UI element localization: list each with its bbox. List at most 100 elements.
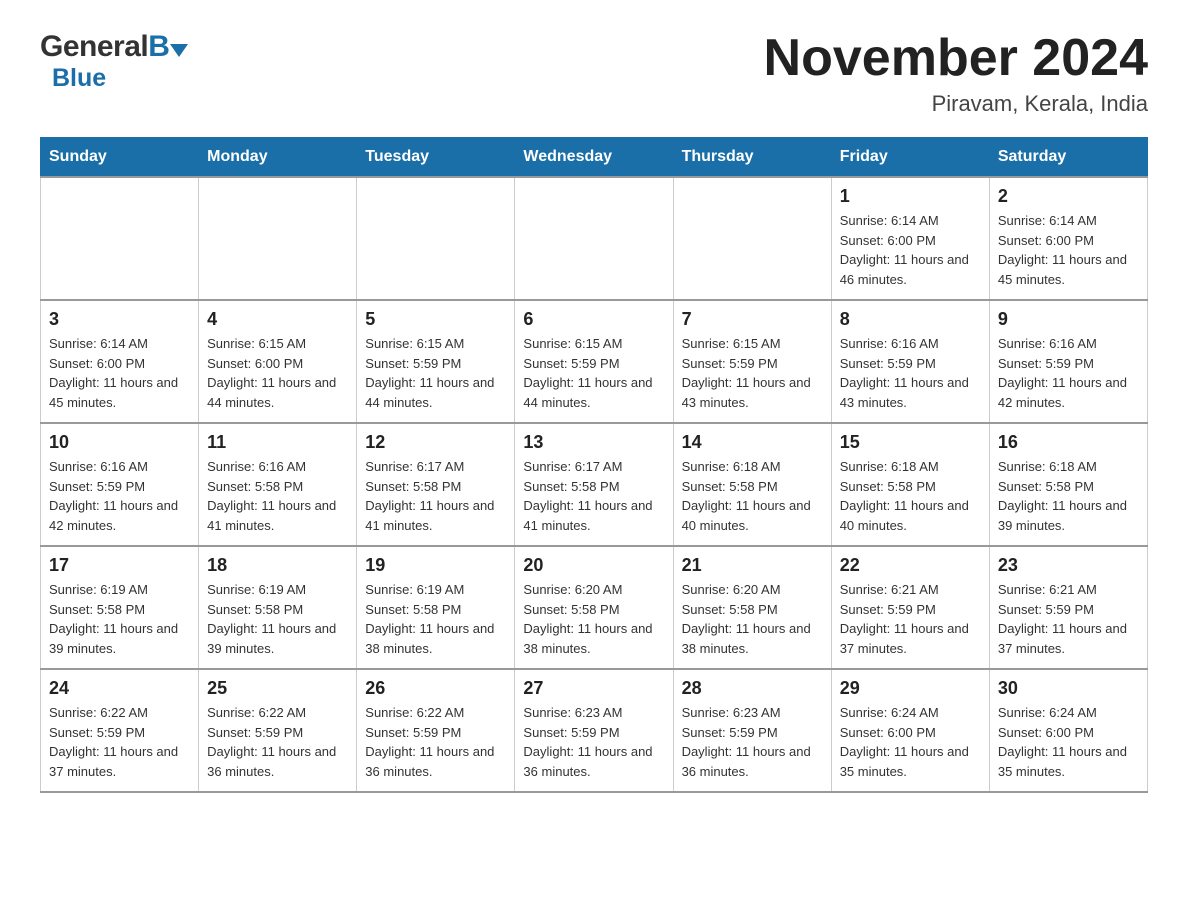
day-number: 15 [840,432,981,453]
calendar-day-cell: 28 Sunrise: 6:23 AM Sunset: 5:59 PM Dayli… [673,669,831,792]
col-saturday: Saturday [989,138,1147,178]
calendar-table: Sunday Monday Tuesday Wednesday Thursday… [40,137,1148,793]
calendar-week-row: 24 Sunrise: 6:22 AM Sunset: 5:59 PM Dayli… [41,669,1148,792]
location-text: Piravam, Kerala, India [764,91,1148,117]
day-info: Sunrise: 6:14 AM Sunset: 6:00 PM Dayligh… [840,211,981,289]
day-number: 23 [998,555,1139,576]
day-info: Sunrise: 6:17 AM Sunset: 5:58 PM Dayligh… [523,457,664,535]
calendar-day-cell: 5 Sunrise: 6:15 AM Sunset: 5:59 PM Daylig… [357,300,515,423]
day-info: Sunrise: 6:22 AM Sunset: 5:59 PM Dayligh… [207,703,348,781]
day-info: Sunrise: 6:17 AM Sunset: 5:58 PM Dayligh… [365,457,506,535]
calendar-day-cell: 16 Sunrise: 6:18 AM Sunset: 5:58 PM Dayli… [989,423,1147,546]
day-number: 5 [365,309,506,330]
calendar-day-cell [41,177,199,300]
calendar-day-cell: 27 Sunrise: 6:23 AM Sunset: 5:59 PM Dayli… [515,669,673,792]
calendar-day-cell: 25Sunrise: 6:22 AM Sunset: 5:59 PM Dayli… [199,669,357,792]
calendar-day-cell: 21 Sunrise: 6:20 AM Sunset: 5:58 PM Dayli… [673,546,831,669]
col-monday: Monday [199,138,357,178]
calendar-day-cell: 3 Sunrise: 6:14 AM Sunset: 6:00 PM Daylig… [41,300,199,423]
calendar-day-cell: 6 Sunrise: 6:15 AM Sunset: 5:59 PM Daylig… [515,300,673,423]
calendar-week-row: 17 Sunrise: 6:19 AM Sunset: 5:58 PM Dayli… [41,546,1148,669]
day-info: Sunrise: 6:20 AM Sunset: 5:58 PM Dayligh… [682,580,823,658]
col-tuesday: Tuesday [357,138,515,178]
day-number: 3 [49,309,190,330]
calendar-day-cell: 8Sunrise: 6:16 AM Sunset: 5:59 PM Daylig… [831,300,989,423]
calendar-day-cell: 1 Sunrise: 6:14 AM Sunset: 6:00 PM Daylig… [831,177,989,300]
day-number: 10 [49,432,190,453]
day-info: Sunrise: 6:18 AM Sunset: 5:58 PM Dayligh… [840,457,981,535]
day-info: Sunrise: 6:14 AM Sunset: 6:00 PM Dayligh… [998,211,1139,289]
day-number: 6 [523,309,664,330]
day-info: Sunrise: 6:18 AM Sunset: 5:58 PM Dayligh… [682,457,823,535]
day-number: 16 [998,432,1139,453]
day-info: Sunrise: 6:24 AM Sunset: 6:00 PM Dayligh… [998,703,1139,781]
calendar-day-cell: 18 Sunrise: 6:19 AM Sunset: 5:58 PM Dayli… [199,546,357,669]
calendar-day-cell: 13 Sunrise: 6:17 AM Sunset: 5:58 PM Dayli… [515,423,673,546]
day-info: Sunrise: 6:15 AM Sunset: 5:59 PM Dayligh… [523,334,664,412]
day-number: 9 [998,309,1139,330]
logo-triangle-icon [170,44,188,57]
day-info: Sunrise: 6:19 AM Sunset: 5:58 PM Dayligh… [207,580,348,658]
day-number: 29 [840,678,981,699]
calendar-day-cell [199,177,357,300]
day-number: 4 [207,309,348,330]
day-info: Sunrise: 6:20 AM Sunset: 5:58 PM Dayligh… [523,580,664,658]
day-number: 24 [49,678,190,699]
day-number: 14 [682,432,823,453]
page-header: GeneralB Blue November 2024 Piravam, Ker… [40,30,1148,117]
day-info: Sunrise: 6:14 AM Sunset: 6:00 PM Dayligh… [49,334,190,412]
day-number: 30 [998,678,1139,699]
day-number: 21 [682,555,823,576]
calendar-day-cell: 29 Sunrise: 6:24 AM Sunset: 6:00 PM Dayli… [831,669,989,792]
day-info: Sunrise: 6:23 AM Sunset: 5:59 PM Dayligh… [682,703,823,781]
day-number: 8 [840,309,981,330]
day-number: 1 [840,186,981,207]
day-number: 17 [49,555,190,576]
day-number: 12 [365,432,506,453]
day-info: Sunrise: 6:16 AM Sunset: 5:59 PM Dayligh… [998,334,1139,412]
calendar-day-cell: 2 Sunrise: 6:14 AM Sunset: 6:00 PM Daylig… [989,177,1147,300]
col-thursday: Thursday [673,138,831,178]
calendar-week-row: 1 Sunrise: 6:14 AM Sunset: 6:00 PM Daylig… [41,177,1148,300]
day-number: 2 [998,186,1139,207]
logo-general-text: GeneralB [40,30,169,64]
col-sunday: Sunday [41,138,199,178]
calendar-day-cell: 24 Sunrise: 6:22 AM Sunset: 5:59 PM Dayli… [41,669,199,792]
calendar-day-cell: 23 Sunrise: 6:21 AM Sunset: 5:59 PM Dayli… [989,546,1147,669]
day-number: 13 [523,432,664,453]
calendar-day-cell: 11 Sunrise: 6:16 AM Sunset: 5:58 PM Dayli… [199,423,357,546]
calendar-day-cell: 20 Sunrise: 6:20 AM Sunset: 5:58 PM Dayli… [515,546,673,669]
calendar-day-cell: 26Sunrise: 6:22 AM Sunset: 5:59 PM Dayli… [357,669,515,792]
logo: GeneralB Blue [40,30,188,93]
day-number: 20 [523,555,664,576]
day-info: Sunrise: 6:21 AM Sunset: 5:59 PM Dayligh… [840,580,981,658]
day-info: Sunrise: 6:16 AM Sunset: 5:58 PM Dayligh… [207,457,348,535]
day-number: 28 [682,678,823,699]
title-area: November 2024 Piravam, Kerala, India [764,30,1148,117]
day-number: 11 [207,432,348,453]
day-info: Sunrise: 6:18 AM Sunset: 5:58 PM Dayligh… [998,457,1139,535]
calendar-header-row: Sunday Monday Tuesday Wednesday Thursday… [41,138,1148,178]
calendar-day-cell: 14 Sunrise: 6:18 AM Sunset: 5:58 PM Dayli… [673,423,831,546]
day-info: Sunrise: 6:22 AM Sunset: 5:59 PM Dayligh… [49,703,190,781]
day-number: 7 [682,309,823,330]
calendar-day-cell: 9 Sunrise: 6:16 AM Sunset: 5:59 PM Daylig… [989,300,1147,423]
day-info: Sunrise: 6:23 AM Sunset: 5:59 PM Dayligh… [523,703,664,781]
day-info: Sunrise: 6:15 AM Sunset: 5:59 PM Dayligh… [365,334,506,412]
calendar-day-cell: 30 Sunrise: 6:24 AM Sunset: 6:00 PM Dayli… [989,669,1147,792]
calendar-day-cell [515,177,673,300]
day-info: Sunrise: 6:21 AM Sunset: 5:59 PM Dayligh… [998,580,1139,658]
day-info: Sunrise: 6:22 AM Sunset: 5:59 PM Dayligh… [365,703,506,781]
calendar-day-cell: 15 Sunrise: 6:18 AM Sunset: 5:58 PM Dayli… [831,423,989,546]
day-number: 19 [365,555,506,576]
calendar-day-cell: 19Sunrise: 6:19 AM Sunset: 5:58 PM Dayli… [357,546,515,669]
day-info: Sunrise: 6:24 AM Sunset: 6:00 PM Dayligh… [840,703,981,781]
calendar-day-cell: 22 Sunrise: 6:21 AM Sunset: 5:59 PM Dayli… [831,546,989,669]
month-title: November 2024 [764,30,1148,87]
day-number: 27 [523,678,664,699]
calendar-week-row: 10Sunrise: 6:16 AM Sunset: 5:59 PM Dayli… [41,423,1148,546]
day-number: 18 [207,555,348,576]
calendar-day-cell [673,177,831,300]
day-number: 22 [840,555,981,576]
calendar-day-cell: 12 Sunrise: 6:17 AM Sunset: 5:58 PM Dayli… [357,423,515,546]
